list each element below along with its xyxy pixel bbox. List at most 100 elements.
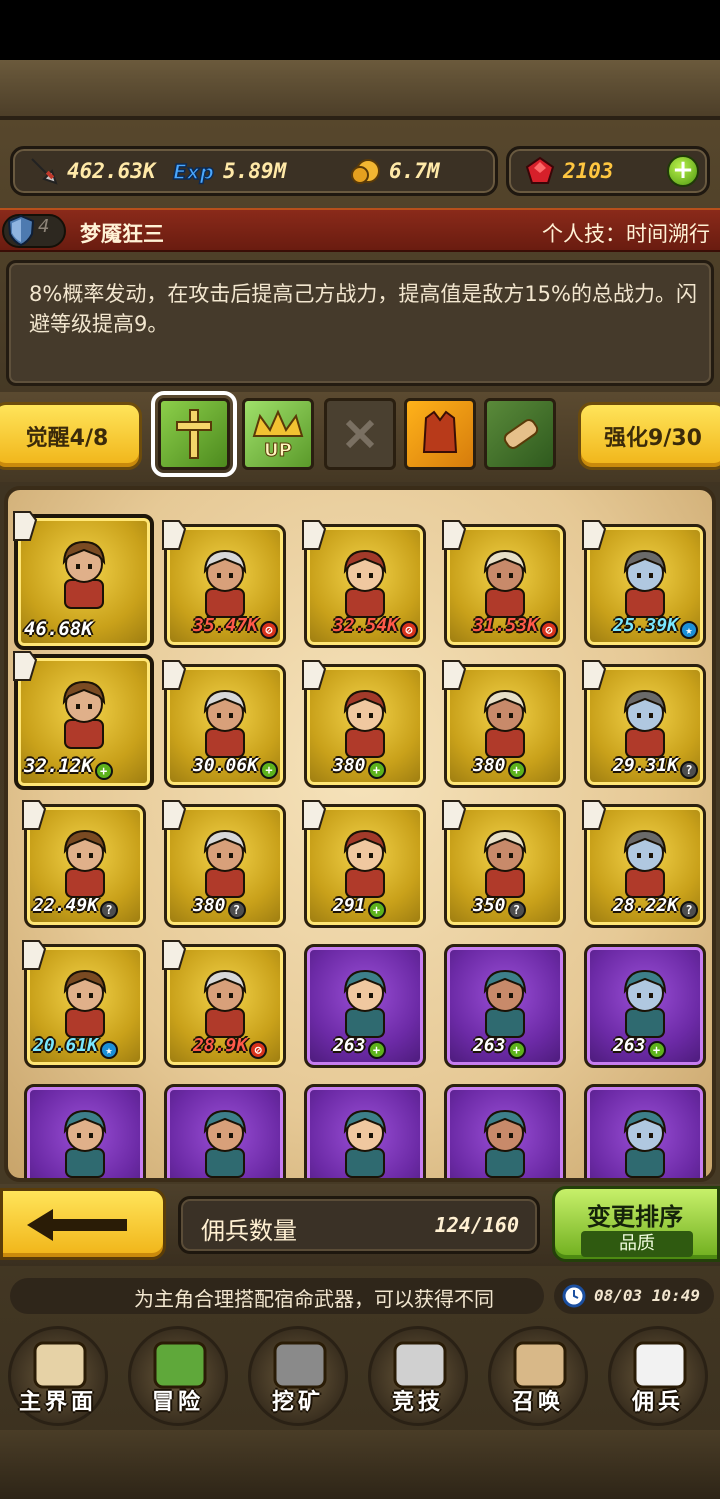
power-value: 224 bbox=[333, 1178, 366, 1182]
mercenary-portrait bbox=[483, 1109, 527, 1178]
power-value: 350? bbox=[473, 895, 526, 919]
sort-button[interactable]: 变更排序 品质 bbox=[552, 1186, 720, 1262]
mercenary-card[interactable]: 25.39K ★ bbox=[582, 520, 706, 648]
tab-armor[interactable] bbox=[404, 398, 476, 470]
mercenary-card[interactable]: 46.68K bbox=[13, 511, 154, 650]
nav-item-1[interactable]: 冒险 bbox=[120, 1322, 236, 1426]
mercenary-portrait bbox=[483, 549, 527, 618]
tab-upgrade[interactable]: UP bbox=[242, 398, 314, 470]
mercenary-portrait bbox=[343, 549, 387, 618]
add-gems-button[interactable]: + bbox=[667, 155, 699, 187]
nav-item-3[interactable]: 竞技 bbox=[360, 1322, 476, 1426]
mercenary-portrait bbox=[63, 829, 107, 898]
power-value: 22.49K? bbox=[33, 895, 119, 919]
nav-item-0[interactable]: 主界面 bbox=[0, 1322, 116, 1426]
equipment-tag-icon bbox=[302, 660, 327, 690]
armor-icon bbox=[422, 410, 458, 453]
tab-weapon[interactable] bbox=[151, 391, 237, 477]
clock-icon bbox=[562, 1284, 586, 1308]
mercenary-card[interactable]: 32.12K + bbox=[13, 651, 154, 790]
mercenary-card[interactable]: 380 + bbox=[442, 660, 566, 788]
upgradable-badge-icon: + bbox=[507, 1041, 526, 1059]
rank-number: 4 bbox=[38, 216, 50, 237]
power-value: 263 + bbox=[473, 1035, 526, 1059]
attack-resource: 462.63K bbox=[27, 149, 156, 193]
equipment-tag-icon bbox=[162, 520, 187, 550]
unknown-badge-icon: ? bbox=[507, 901, 526, 919]
shield-icon bbox=[7, 214, 35, 246]
power-value: 32.54K ⊘ bbox=[333, 615, 419, 639]
gold-coin-icon bbox=[349, 154, 383, 188]
clock-text: 08/03 10:49 bbox=[594, 1286, 700, 1305]
nav-item-2[interactable]: 挖矿 bbox=[240, 1322, 356, 1426]
gem-resource: 2103 bbox=[523, 149, 614, 193]
mercenary-card[interactable]: 263 + bbox=[444, 944, 566, 1068]
mercenary-portrait bbox=[343, 1109, 387, 1178]
mercenary-card[interactable]: 20.61K ★ bbox=[22, 940, 146, 1068]
mercenary-portrait bbox=[343, 969, 387, 1038]
nav-label: 主界面 bbox=[18, 1390, 97, 1415]
enhance-button[interactable]: 强化9/30 bbox=[578, 402, 720, 470]
power-value: 179 bbox=[613, 1178, 646, 1182]
gem-panel: 2103 + bbox=[506, 146, 710, 196]
equipment-tag-icon bbox=[442, 800, 467, 830]
mercenary-card[interactable]: 529 bbox=[24, 1084, 146, 1178]
gold-value: 6.7M bbox=[389, 159, 440, 183]
mercenary-card[interactable]: 28.22K? bbox=[582, 800, 706, 928]
bottom-nav: 主界面 冒险 挖矿 竞技 召唤 佣兵 bbox=[0, 1322, 720, 1428]
upgradable-badge-icon: + bbox=[94, 762, 113, 780]
mercenary-card[interactable]: 263 + bbox=[584, 944, 706, 1068]
nav-item-4[interactable]: 召唤 bbox=[480, 1322, 596, 1426]
power-value: 32.12K + bbox=[24, 755, 113, 780]
attack-value: 462.63K bbox=[67, 159, 156, 183]
rank-badge bbox=[2, 214, 66, 248]
power-value: 380? bbox=[193, 895, 246, 919]
power-value: 224 bbox=[193, 1178, 226, 1182]
upgradable-badge-icon: + bbox=[367, 901, 386, 919]
tab-locked bbox=[324, 398, 396, 470]
awaken-button[interactable]: 觉醒4/8 bbox=[0, 402, 142, 470]
mercenary-card[interactable]: 224 bbox=[164, 1084, 286, 1182]
nav-label: 佣兵 bbox=[631, 1390, 684, 1415]
nav-item-5[interactable]: 佣兵 bbox=[600, 1322, 716, 1426]
mercenary-card[interactable]: 32.54K ⊘ bbox=[302, 520, 426, 648]
mercenary-card[interactable]: 380 + bbox=[302, 660, 426, 788]
sort-title: 变更排序 bbox=[587, 1203, 683, 1231]
mercenary-portrait bbox=[343, 829, 387, 898]
power-value: 380 + bbox=[473, 755, 526, 779]
ruby-icon bbox=[523, 154, 557, 188]
mercenary-card[interactable]: 263 + bbox=[304, 944, 426, 1068]
tab-scroll[interactable] bbox=[484, 398, 556, 470]
power-value: 46.68K bbox=[24, 618, 93, 640]
equipment-tag-icon bbox=[22, 940, 47, 970]
upgradable-badge-icon: + bbox=[367, 761, 386, 779]
mercenary-card[interactable]: 29.31K? bbox=[582, 660, 706, 788]
skill-name: 个人技：时间溯行 bbox=[542, 222, 710, 246]
mercenary-card[interactable]: 35.47K ⊘ bbox=[162, 520, 286, 648]
mercenary-card[interactable]: 28.9K ⊘ bbox=[162, 940, 286, 1068]
exp-value: 5.89M bbox=[223, 159, 287, 183]
clock: 08/03 10:49 bbox=[554, 1278, 714, 1314]
skill-description-box: 8%概率发动，在攻击后提高己方战力，提高值是敌方15%的总战力。闪避等级提高9。 bbox=[6, 260, 714, 386]
mercenary-card[interactable]: 291 + bbox=[302, 800, 426, 928]
mercenary-portrait bbox=[623, 1109, 667, 1178]
mercenary-card[interactable]: 31.53K ⊘ bbox=[442, 520, 566, 648]
equipment-tag-icon bbox=[13, 511, 38, 541]
mercenary-card[interactable]: 179 bbox=[584, 1084, 706, 1182]
mercenary-portrait bbox=[203, 549, 247, 618]
mercenary-portrait bbox=[63, 1109, 107, 1178]
mercenary-card[interactable]: 224 bbox=[304, 1084, 426, 1182]
mercenary-card[interactable]: 380? bbox=[162, 800, 286, 928]
upgradable-badge-icon: + bbox=[647, 1041, 666, 1059]
sort-mode: 品质 bbox=[581, 1231, 693, 1257]
news-ticker: 为主角合理搭配宿命武器，可以获得不同 bbox=[10, 1278, 544, 1314]
mercenary-card[interactable]: 22.49K? bbox=[22, 800, 146, 928]
mercenary-portrait bbox=[63, 969, 107, 1038]
mercenary-card[interactable]: 350? bbox=[442, 800, 566, 928]
mercenary-card[interactable]: 30.06K + bbox=[162, 660, 286, 788]
arrow-left-icon bbox=[27, 1209, 127, 1241]
mercenary-portrait bbox=[623, 549, 667, 618]
back-button[interactable] bbox=[0, 1188, 166, 1260]
mercenary-portrait bbox=[62, 680, 106, 749]
mercenary-card[interactable]: 224 bbox=[444, 1084, 566, 1178]
